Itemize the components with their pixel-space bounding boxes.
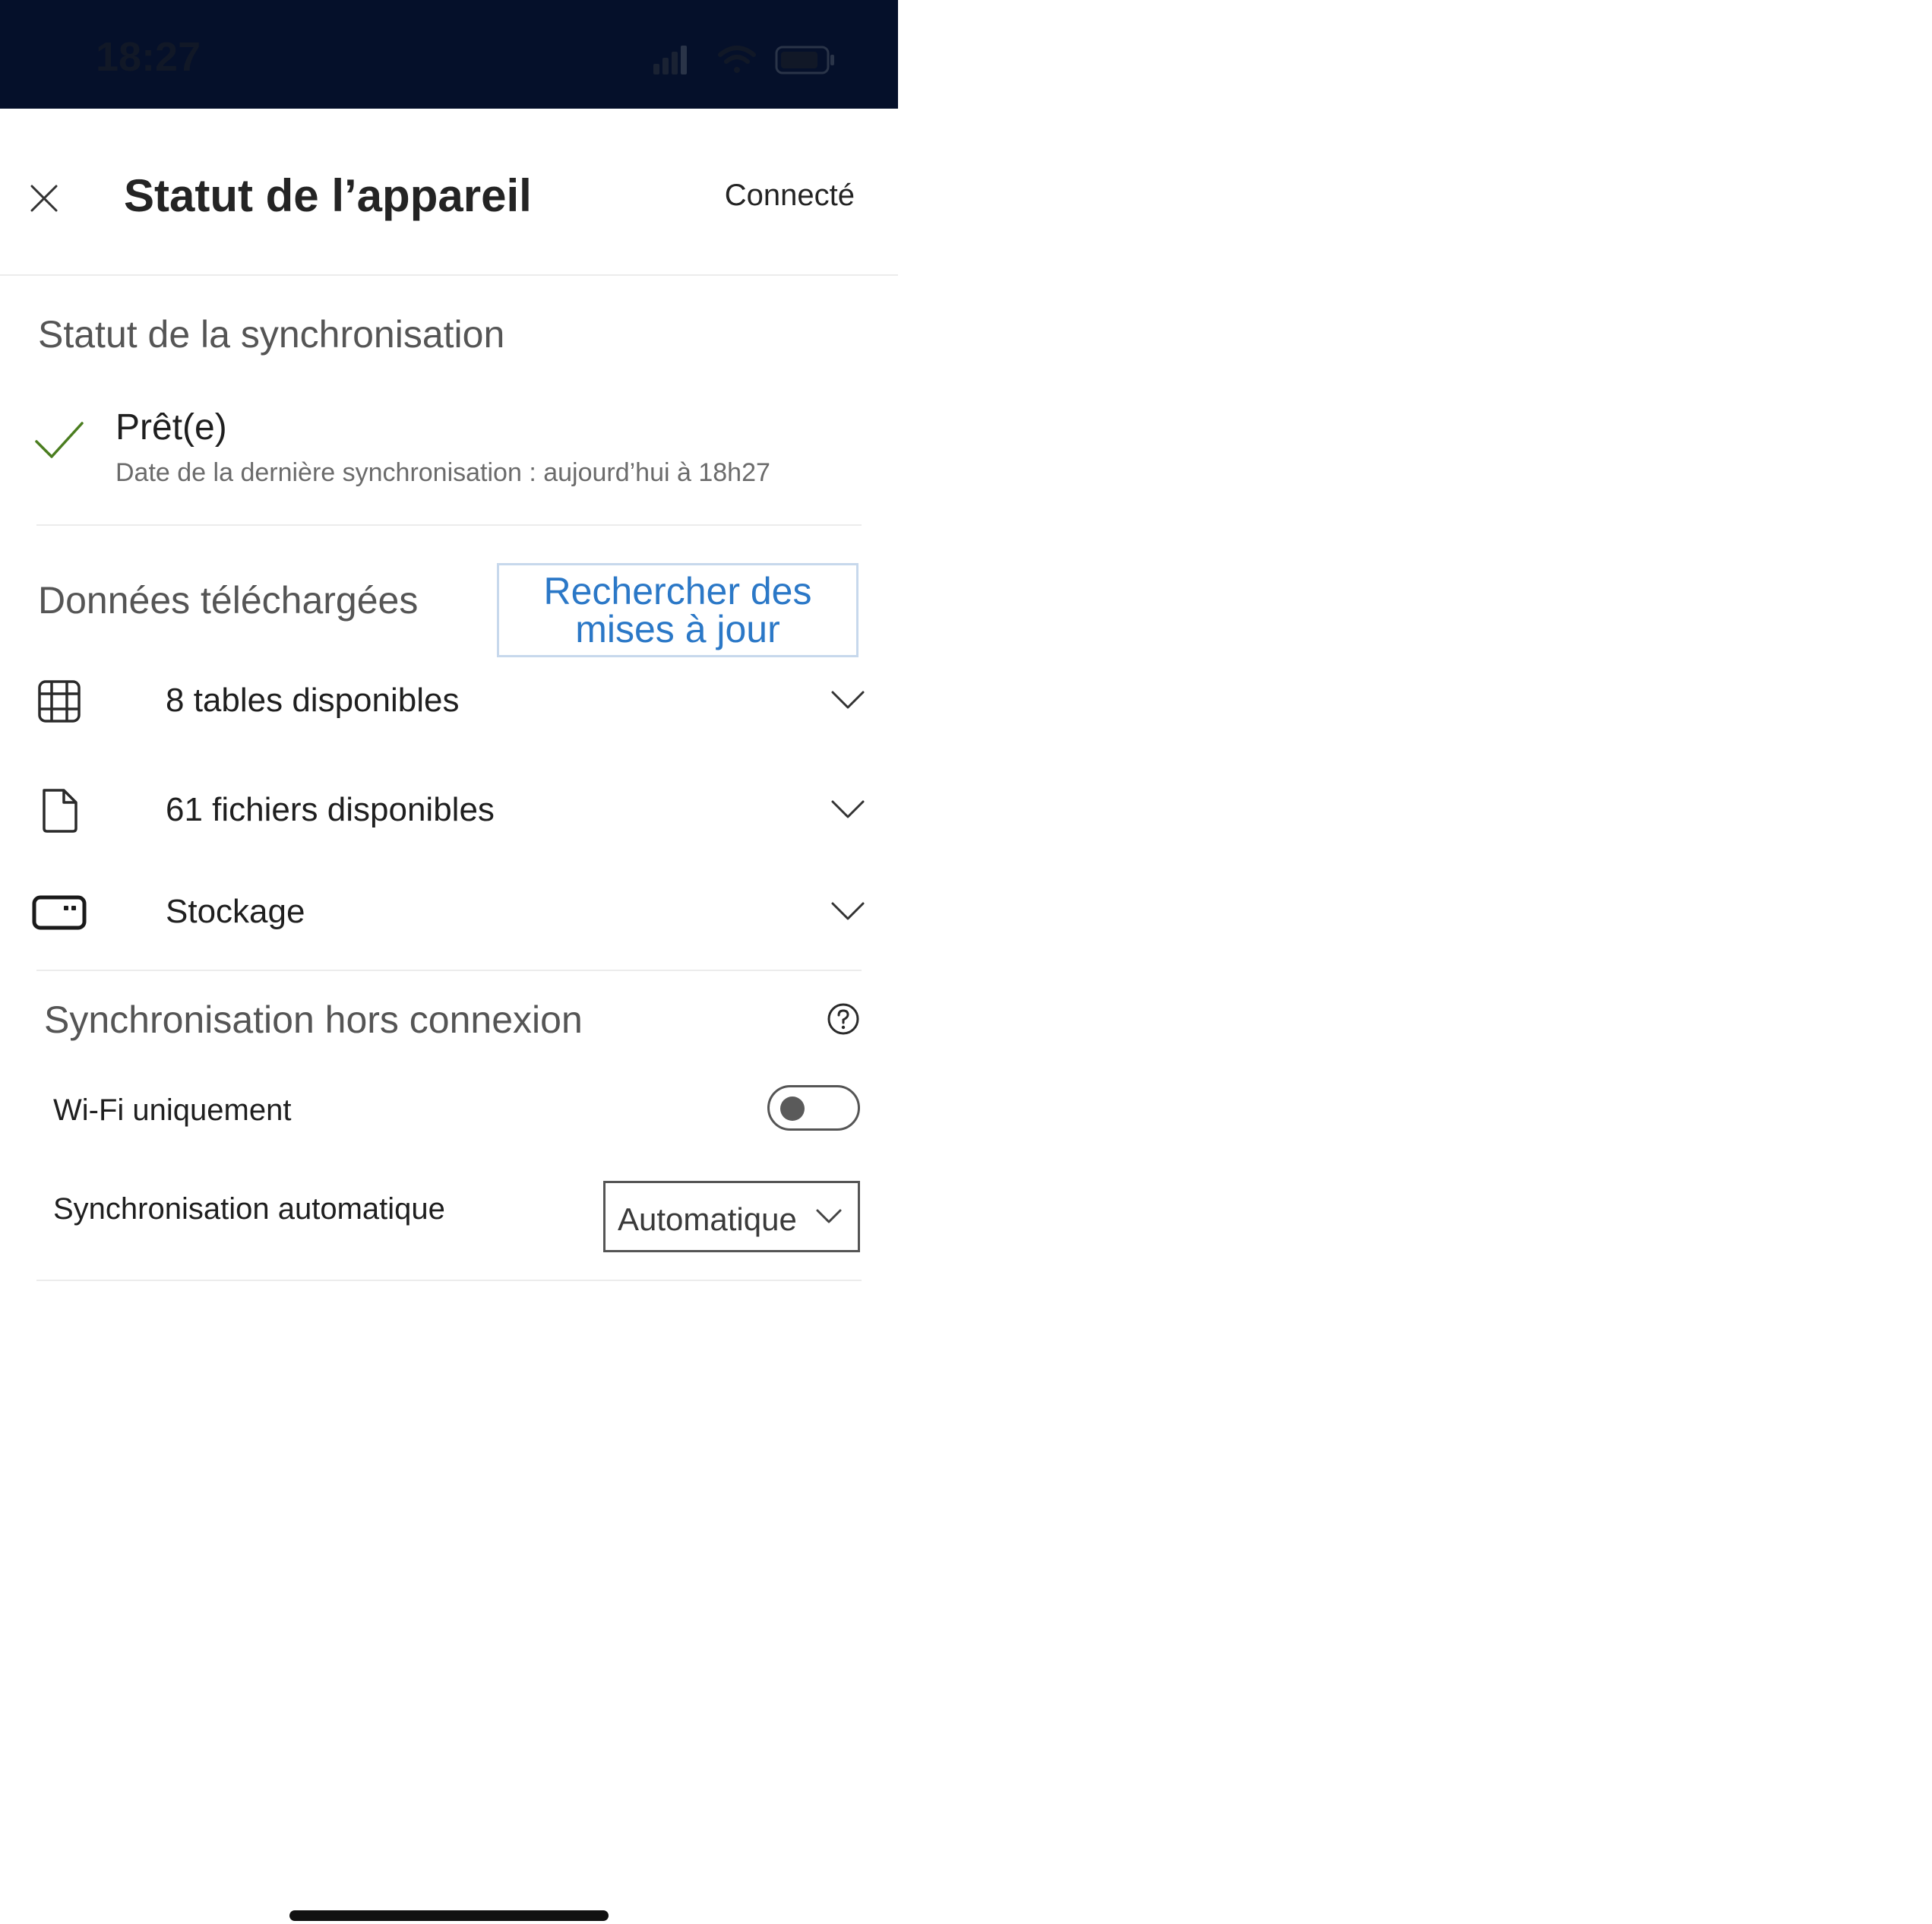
home-indicator (289, 1910, 609, 1921)
auto-sync-value: Automatique (618, 1201, 797, 1237)
sync-status-title: Statut de la synchronisation (38, 313, 505, 356)
chevron-down-icon (831, 800, 865, 818)
wifi-icon (718, 46, 756, 73)
close-button[interactable] (23, 177, 65, 220)
files-row[interactable]: 61 fichiers disponibles (30, 773, 866, 849)
storage-label: Stockage (166, 893, 305, 930)
tables-label: 8 tables disponibles (166, 682, 460, 719)
downloaded-data-title: Données téléchargées (38, 579, 419, 622)
storage-icon (32, 895, 87, 930)
panel-header: Statut de l’appareil Connecté (0, 109, 898, 276)
divider (36, 1280, 862, 1281)
battery-icon (775, 46, 834, 74)
chevron-down-icon (831, 902, 865, 920)
page-title: Statut de l’appareil (124, 170, 532, 221)
check-updates-button[interactable]: Rechercher des mises à jour (497, 563, 858, 657)
file-icon (43, 789, 77, 833)
auto-sync-label: Synchronisation automatique (53, 1192, 445, 1226)
status-bar: 18:27 (0, 0, 898, 109)
wifi-only-toggle[interactable] (767, 1085, 860, 1131)
help-icon[interactable] (827, 1002, 860, 1036)
chevron-down-icon (816, 1209, 842, 1223)
files-label: 61 fichiers disponibles (166, 791, 495, 828)
tables-row[interactable]: 8 tables disponibles (30, 663, 866, 739)
connection-status: Connecté (724, 179, 855, 212)
status-icons (653, 46, 834, 74)
sync-state-label: Prêt(e) (115, 407, 227, 448)
status-time: 18:27 (96, 34, 201, 80)
divider (36, 970, 862, 971)
offline-sync-title: Synchronisation hors connexion (44, 998, 583, 1041)
cellular-signal-icon (653, 46, 687, 74)
wifi-only-label: Wi-Fi uniquement (53, 1093, 292, 1127)
check-icon (35, 422, 84, 458)
table-icon (38, 680, 81, 723)
device-status-panel: Statut de l’appareil Connecté Statut de … (0, 109, 898, 1924)
toggle-knob (780, 1096, 805, 1121)
auto-sync-select[interactable]: Automatique (603, 1181, 860, 1252)
divider (36, 524, 862, 526)
storage-row[interactable]: Stockage (30, 875, 866, 951)
close-icon (30, 185, 58, 212)
last-sync-date: Date de la dernière synchronisation : au… (115, 458, 770, 487)
chevron-down-icon (831, 691, 865, 709)
